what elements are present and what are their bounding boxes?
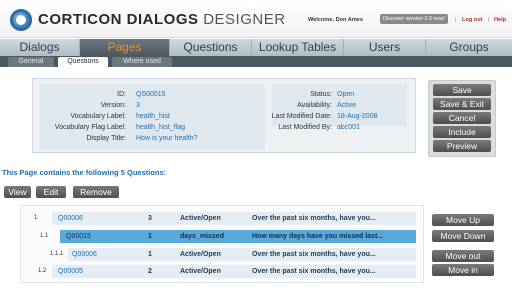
tab-pages[interactable]: Pages: [80, 39, 170, 56]
row-status: days_missed: [180, 233, 224, 240]
table-row[interactable]: 1.2 Q00005 2 Active/Open Over the past s…: [0, 265, 420, 278]
header-separator: |: [455, 17, 457, 23]
move-in-button[interactable]: Move in: [432, 264, 494, 276]
brand-part-2: DIALOGS: [126, 11, 199, 28]
logout-link[interactable]: Log out: [462, 17, 483, 23]
tab-questions[interactable]: Questions: [170, 39, 252, 56]
row-question-id[interactable]: Q00005: [58, 265, 83, 278]
row-count: 1: [148, 251, 152, 258]
move-up-button[interactable]: Move Up: [432, 214, 494, 226]
brand-part-1: CORTICON: [38, 11, 122, 28]
table-row-selected[interactable]: 1.1 Q00015 1 days_missed How many days h…: [0, 230, 420, 243]
welcome-text: Welcome, Don Ames: [308, 17, 364, 23]
subtab-where-used[interactable]: Where used: [112, 57, 172, 67]
row-number: 1.2: [38, 268, 47, 274]
vocab-label: Vocabulary Label:: [70, 113, 126, 120]
move-down-button[interactable]: Move Down: [432, 230, 494, 242]
version-label: Version:: [100, 102, 126, 109]
main-tab-bar: Dialogs Pages Questions Lookup Tables Us…: [0, 39, 512, 56]
tab-dialogs[interactable]: Dialogs: [0, 39, 80, 56]
row-status: Active/Open: [180, 251, 221, 258]
row-status: Active/Open: [180, 268, 221, 275]
title-value: How is your health?: [136, 135, 198, 142]
availability-label: Availability:: [297, 102, 332, 109]
view-button[interactable]: View: [4, 186, 31, 198]
row-status: Active/Open: [180, 215, 221, 222]
table-row[interactable]: 1 Q00006 3 Active/Open Over the past six…: [0, 212, 420, 225]
tab-lookup-tables[interactable]: Lookup Tables: [252, 39, 344, 56]
tab-groups[interactable]: Groups: [426, 39, 512, 56]
questions-heading: This Page contains the following 5 Quest…: [2, 168, 167, 177]
vocab-value: health_hist: [136, 113, 170, 120]
save-button[interactable]: Save: [433, 84, 491, 96]
row-count: 3: [148, 215, 152, 222]
modified-value: 18-Aug-2008: [337, 113, 378, 120]
subtab-general[interactable]: General: [8, 57, 54, 67]
header-separator: |: [488, 17, 490, 23]
row-text: Over the past six months, have you...: [252, 251, 376, 258]
brand-title: CORTICON DIALOGS DESIGNER: [38, 11, 286, 28]
row-text: Over the past six months, have you...: [252, 268, 376, 275]
remove-button[interactable]: Remove: [73, 186, 119, 198]
row-question-id[interactable]: Q00006: [58, 212, 83, 225]
status-value: Open: [337, 91, 355, 98]
cancel-button[interactable]: Cancel: [433, 112, 491, 124]
flag-value: health_hist_flag: [136, 124, 186, 131]
flag-label: Vocabulary Flag Label:: [54, 124, 126, 131]
save-exit-button[interactable]: Save & Exit: [433, 98, 491, 110]
availability-value: Active: [337, 102, 357, 109]
row-question-id[interactable]: Q00015: [66, 230, 91, 243]
modified-label: Last Modified Date:: [271, 113, 332, 120]
row-question-id[interactable]: Q00006: [72, 248, 97, 261]
table-row[interactable]: 1.1.1 Q00006 1 Active/Open Over the past…: [0, 248, 420, 261]
modified-by-value: abc001: [337, 124, 360, 131]
id-label: ID:: [117, 91, 126, 98]
corticon-logo-icon: [10, 9, 32, 31]
row-count: 2: [148, 268, 152, 275]
row-text: Over the past six months, have you...: [252, 215, 376, 222]
help-link[interactable]: Help: [494, 17, 506, 23]
sub-tab-bar: General Questions Where used: [0, 56, 512, 67]
subtab-questions[interactable]: Questions: [58, 57, 108, 67]
modified-by-label: Last Modified By:: [278, 124, 332, 131]
version-value: 3: [136, 102, 140, 109]
brand-part-3: DESIGNER: [203, 11, 286, 28]
discover-button[interactable]: Discover version 2.0 now!: [380, 14, 448, 24]
row-number: 1.1.1: [50, 251, 64, 257]
app-header: CORTICON DIALOGS DESIGNER Welcome, Don A…: [0, 0, 512, 38]
include-button[interactable]: Include: [433, 126, 491, 138]
id-value: QS00015: [136, 91, 166, 98]
edit-button[interactable]: Edit: [36, 186, 66, 198]
status-label: Status:: [310, 91, 332, 98]
tab-users[interactable]: Users: [344, 39, 426, 56]
row-number: 1.1: [40, 233, 49, 239]
row-count: 1: [148, 233, 152, 240]
row-number: 1: [34, 215, 38, 221]
move-out-button[interactable]: Move out: [432, 250, 494, 262]
row-text: How many days have you missed last...: [252, 233, 384, 240]
title-label: Display Title:: [86, 135, 126, 142]
preview-button[interactable]: Preview: [433, 140, 491, 152]
